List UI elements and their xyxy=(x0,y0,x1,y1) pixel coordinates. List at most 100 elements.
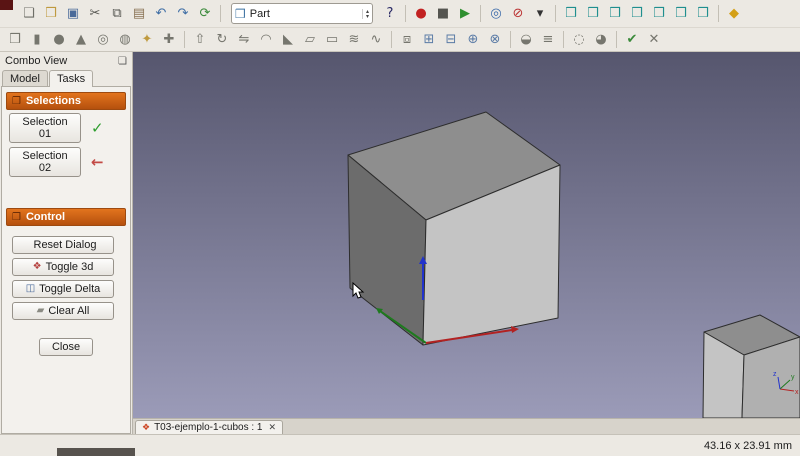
redo-button[interactable]: ↷ xyxy=(173,4,193,24)
axonometric-view-button[interactable]: ❒ xyxy=(561,4,581,24)
part-sphere-button[interactable]: ● xyxy=(49,30,69,50)
top-view-button[interactable]: ❒ xyxy=(605,4,625,24)
compound-icon: ⧈ xyxy=(403,33,411,46)
boolean-union-button[interactable]: ⊕ xyxy=(463,30,483,50)
open-document-icon: ❒ xyxy=(45,7,57,20)
boolean-icon: ⊞ xyxy=(424,33,435,46)
part-box-button[interactable]: ❒ xyxy=(5,30,25,50)
panel-title-bar[interactable]: Combo View ❏ xyxy=(0,52,132,68)
selection-02-button[interactable]: Selection 02 xyxy=(9,147,81,177)
make-face-button[interactable]: ▱ xyxy=(300,30,320,50)
loft-button[interactable]: ≋ xyxy=(344,30,364,50)
clear-all-button[interactable]: ▰ Clear All xyxy=(12,302,114,320)
front-view-button[interactable]: ❒ xyxy=(583,4,603,24)
ruled-surface-button[interactable]: ▭ xyxy=(322,30,342,50)
redo-icon: ↷ xyxy=(178,7,189,20)
tasks-panel: ❒ Selections Selection 01 ✓ Selection 02… xyxy=(1,86,131,434)
defeaturing-icon: ✕ xyxy=(649,33,660,46)
macro-stop-button[interactable]: ■ xyxy=(433,4,453,24)
fit-all-button[interactable]: ◎ xyxy=(486,4,506,24)
float-panel-icon[interactable]: ❏ xyxy=(118,56,127,67)
spacer xyxy=(6,226,126,234)
chamfer-button[interactable]: ◣ xyxy=(278,30,298,50)
view-options-dropdown[interactable]: ▾ xyxy=(530,4,550,24)
defeaturing-button[interactable]: ✕ xyxy=(644,30,664,50)
revolve-button[interactable]: ↻ xyxy=(212,30,232,50)
offset-3d-button[interactable]: ◌ xyxy=(569,30,589,50)
macro-record-icon: ● xyxy=(415,7,426,20)
tab-tasks[interactable]: Tasks xyxy=(49,70,93,87)
left-view-button[interactable]: ❒ xyxy=(693,4,713,24)
sweep-button[interactable]: ∿ xyxy=(366,30,386,50)
macro-execute-button[interactable]: ▶ xyxy=(455,4,475,24)
revolve-icon: ↻ xyxy=(217,33,228,46)
spin-down-icon[interactable]: ▾ xyxy=(366,14,369,19)
cube-icon: ❒ xyxy=(12,96,21,107)
section-button[interactable]: ◒ xyxy=(516,30,536,50)
front-view-icon: ❒ xyxy=(587,7,599,20)
mirror-button[interactable]: ⇋ xyxy=(234,30,254,50)
toggle-3d-button[interactable]: ❖ Toggle 3d xyxy=(12,258,114,276)
loft-icon: ≋ xyxy=(349,33,360,46)
new-document-button[interactable]: ❑ xyxy=(19,4,39,24)
toggle-delta-button[interactable]: ◫ Toggle Delta xyxy=(12,280,114,298)
sweep-icon: ∿ xyxy=(371,33,382,46)
undo-button[interactable]: ↶ xyxy=(151,4,171,24)
control-section-header: ❒ Control xyxy=(6,208,126,226)
open-document-button[interactable]: ❒ xyxy=(41,4,61,24)
combo-view-panel: Combo View ❏ Model Tasks ❒ Selections Se… xyxy=(0,52,133,434)
clipping-plane-button[interactable]: ⊘ xyxy=(508,4,528,24)
macro-record-button[interactable]: ● xyxy=(411,4,431,24)
compound-button[interactable]: ⧈ xyxy=(397,30,417,50)
selections-header-label: Selections xyxy=(26,95,81,107)
3d-scene[interactable]: x y z xyxy=(133,52,800,418)
shape-builder-button[interactable]: ✚ xyxy=(159,30,179,50)
part-cone-button[interactable]: ▲ xyxy=(71,30,91,50)
workbench-selector[interactable]: ❒ Part ▴ ▾ xyxy=(231,3,373,24)
thickness-button[interactable]: ◕ xyxy=(591,30,611,50)
panel-title: Combo View xyxy=(5,55,67,67)
document-tab[interactable]: ❖ T03-ejemplo-1-cubos : 1 ✕ xyxy=(135,420,283,434)
copy-button[interactable]: ⧉ xyxy=(107,4,127,24)
right-view-button[interactable]: ❒ xyxy=(627,4,647,24)
tab-model[interactable]: Model xyxy=(2,70,48,87)
extrude-button[interactable]: ⇧ xyxy=(190,30,210,50)
toggle-3d-icon: ❖ xyxy=(33,262,42,272)
part-torus-icon: ◎ xyxy=(97,33,108,46)
save-document-icon: ▣ xyxy=(67,7,79,20)
whats-this-button[interactable]: ? xyxy=(380,4,400,24)
part-cylinder-button[interactable]: ▮ xyxy=(27,30,47,50)
save-document-button[interactable]: ▣ xyxy=(63,4,83,24)
bottom-view-button[interactable]: ❒ xyxy=(671,4,691,24)
fillet-button[interactable]: ◠ xyxy=(256,30,276,50)
cross-sections-button[interactable]: ≡ xyxy=(538,30,558,50)
reset-dialog-button[interactable]: Reset Dialog xyxy=(12,236,114,254)
tab-close-icon[interactable]: ✕ xyxy=(268,423,276,433)
ruled-surface-icon: ▭ xyxy=(326,33,338,46)
appearance-button[interactable]: ◆ xyxy=(724,4,744,24)
selection-01-button[interactable]: Selection 01 xyxy=(9,113,81,143)
close-button[interactable]: Close xyxy=(39,338,93,356)
chamfer-icon: ◣ xyxy=(283,33,293,46)
refresh-icon: ⟳ xyxy=(200,7,211,20)
selection-row: Selection 01 ✓ xyxy=(9,113,126,143)
background-window-fragment xyxy=(57,448,135,456)
paste-button[interactable]: ▤ xyxy=(129,4,149,24)
cut-button[interactable]: ✂ xyxy=(85,4,105,24)
toggle-delta-label: Toggle Delta xyxy=(39,283,100,295)
combo-view-tabs: Model Tasks xyxy=(0,68,132,87)
workbench-icon: ❒ xyxy=(235,7,246,21)
part-tube-button[interactable]: ◍ xyxy=(115,30,135,50)
part-primitives-button[interactable]: ✦ xyxy=(137,30,157,50)
combo-spinner[interactable]: ▴ ▾ xyxy=(362,9,369,19)
refresh-button[interactable]: ⟳ xyxy=(195,4,215,24)
boolean-button[interactable]: ⊞ xyxy=(419,30,439,50)
part-torus-button[interactable]: ◎ xyxy=(93,30,113,50)
bottom-view-icon: ❒ xyxy=(675,7,687,20)
boolean-intersection-button[interactable]: ⊗ xyxy=(485,30,505,50)
boolean-cut-button[interactable]: ⊟ xyxy=(441,30,461,50)
3d-viewport[interactable]: x y z xyxy=(133,52,800,418)
check-geometry-button[interactable]: ✔ xyxy=(622,30,642,50)
rear-view-button[interactable]: ❒ xyxy=(649,4,669,24)
rear-view-icon: ❒ xyxy=(653,7,665,20)
